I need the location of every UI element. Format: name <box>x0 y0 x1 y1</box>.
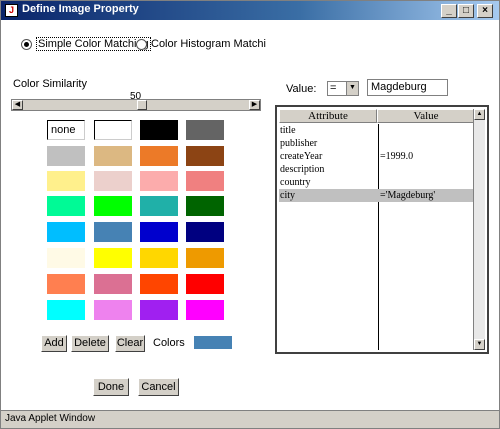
color-swatch[interactable] <box>186 120 224 140</box>
color-swatch[interactable] <box>140 120 178 140</box>
cell-attribute: country <box>280 177 311 188</box>
color-swatch[interactable] <box>186 196 224 216</box>
scroll-up-arrow-icon[interactable]: ▲ <box>474 109 485 120</box>
color-swatch[interactable] <box>186 171 224 191</box>
color-swatch[interactable] <box>140 196 178 216</box>
color-swatch[interactable] <box>140 171 178 191</box>
table-vertical-scrollbar[interactable]: ▲ ▼ <box>473 109 485 350</box>
chevron-down-icon[interactable]: ▼ <box>346 82 358 95</box>
selected-color-swatch <box>194 336 232 349</box>
color-swatch[interactable] <box>94 196 132 216</box>
color-swatch[interactable] <box>94 274 132 294</box>
operator-value: = <box>330 82 337 94</box>
color-swatch[interactable] <box>47 146 85 166</box>
color-swatch-none[interactable]: none <box>47 120 85 140</box>
color-swatch[interactable] <box>186 274 224 294</box>
table-row[interactable]: city ='Magdeburg' <box>279 189 475 202</box>
color-swatch[interactable] <box>186 300 224 320</box>
radio-label-simple: Simple Color Matching <box>36 37 151 51</box>
color-swatch[interactable] <box>47 222 85 242</box>
minimize-button[interactable]: _ <box>441 4 457 18</box>
table-body: title publisher createYear =1999.0 descripti… <box>279 124 475 350</box>
cell-value: =1999.0 <box>380 151 414 162</box>
cell-attribute: publisher <box>280 138 318 149</box>
color-swatch[interactable] <box>140 300 178 320</box>
color-swatch[interactable] <box>47 248 85 268</box>
table-row[interactable]: country <box>279 176 475 189</box>
color-swatch[interactable] <box>47 171 85 191</box>
status-bar: Java Applet Window <box>1 410 499 428</box>
table-row[interactable]: publisher <box>279 137 475 150</box>
done-button[interactable]: Done <box>93 378 129 396</box>
color-swatch[interactable] <box>186 222 224 242</box>
close-button[interactable]: × <box>477 4 493 18</box>
value-input[interactable]: Magdeburg <box>367 79 448 96</box>
cell-attribute: city <box>280 190 295 201</box>
cell-value: ='Magdeburg' <box>380 190 436 201</box>
color-swatch[interactable] <box>140 146 178 166</box>
color-swatch[interactable] <box>140 222 178 242</box>
slider-left-arrow-icon[interactable]: ◀ <box>12 100 23 110</box>
radio-dot-selected-icon[interactable] <box>21 38 32 50</box>
radio-dot-icon[interactable] <box>136 38 147 50</box>
color-swatch[interactable] <box>94 222 132 242</box>
radio-simple-color-matching[interactable]: Simple Color Matching <box>21 37 151 51</box>
cancel-button[interactable]: Cancel <box>138 378 179 396</box>
window-title: Define Image Property <box>22 3 139 15</box>
color-similarity-label: Color Similarity <box>13 78 87 90</box>
slider-right-arrow-icon[interactable]: ▶ <box>249 100 260 110</box>
color-swatch[interactable] <box>94 248 132 268</box>
attributes-table: Attribute Value title publisher createYear… <box>275 105 489 354</box>
cell-attribute: description <box>280 164 325 175</box>
cell-attribute: title <box>280 125 296 136</box>
title-bar[interactable]: J Define Image Property _ □ × <box>1 1 499 20</box>
table-row[interactable]: createYear =1999.0 <box>279 150 475 163</box>
column-header-value[interactable]: Value <box>377 109 475 123</box>
color-swatch[interactable] <box>140 248 178 268</box>
color-similarity-slider[interactable]: ◀ ▶ <box>11 99 261 111</box>
color-swatch[interactable] <box>47 274 85 294</box>
color-swatch[interactable] <box>186 146 224 166</box>
colors-label: Colors <box>153 337 185 349</box>
color-swatch[interactable] <box>94 146 132 166</box>
color-swatch[interactable] <box>140 274 178 294</box>
maximize-button[interactable]: □ <box>458 4 474 18</box>
scroll-down-arrow-icon[interactable]: ▼ <box>474 339 485 350</box>
java-app-icon: J <box>5 4 18 17</box>
slider-thumb[interactable] <box>137 100 147 110</box>
radio-label-histogram: Color Histogram Matchi <box>151 38 266 50</box>
color-swatch[interactable] <box>47 300 85 320</box>
color-swatch-white[interactable] <box>94 120 132 140</box>
operator-select[interactable]: = ▼ <box>327 81 359 96</box>
add-button[interactable]: Add <box>41 335 67 352</box>
cell-attribute: createYear <box>280 151 323 162</box>
clear-button[interactable]: Clear <box>115 335 145 352</box>
color-swatch[interactable] <box>94 171 132 191</box>
radio-color-histogram-matching[interactable]: Color Histogram Matchi <box>136 37 266 51</box>
delete-button[interactable]: Delete <box>71 335 109 352</box>
color-swatch[interactable] <box>47 196 85 216</box>
column-header-attribute[interactable]: Attribute <box>279 109 377 123</box>
table-row[interactable]: title <box>279 124 475 137</box>
dialog-window: J Define Image Property _ □ × Simple Col… <box>0 0 500 429</box>
value-label: Value: <box>286 83 317 95</box>
table-row[interactable]: description <box>279 163 475 176</box>
color-swatch[interactable] <box>186 248 224 268</box>
status-text: Java Applet Window <box>5 413 96 424</box>
color-swatch[interactable] <box>94 300 132 320</box>
